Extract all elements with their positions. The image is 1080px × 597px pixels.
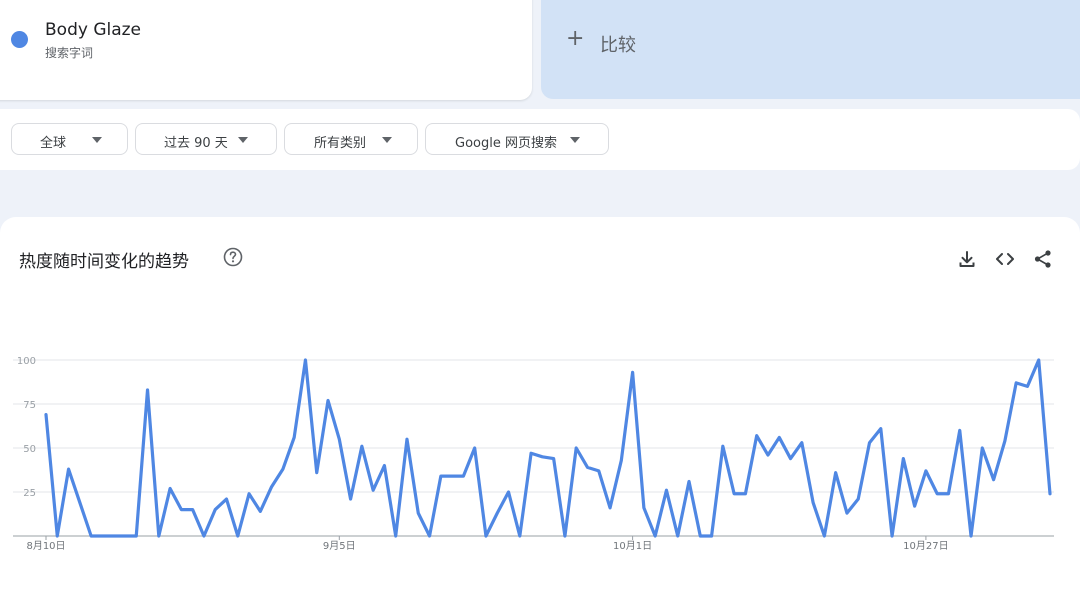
x-tick-label: 10月27日 bbox=[903, 540, 948, 552]
x-tick-label: 9月5日 bbox=[323, 540, 356, 552]
x-tick-label: 8月10日 bbox=[26, 540, 65, 552]
y-tick-label: 100 bbox=[17, 356, 36, 367]
y-tick-label: 75 bbox=[23, 400, 36, 411]
trend-line-chart: 100 75 50 25 8月10日 9月5日 10月1日 10月27日 bbox=[13, 356, 1054, 552]
x-tick-label: 10月1日 bbox=[613, 540, 652, 552]
y-tick-label: 25 bbox=[23, 488, 36, 499]
y-tick-label: 50 bbox=[23, 444, 36, 455]
